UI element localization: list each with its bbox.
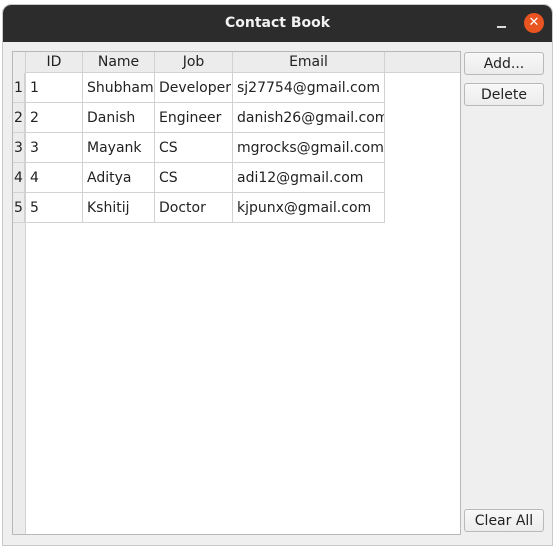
contact-book-window: Contact Book ✕ ID Name Job Email 1 1 Shu…	[3, 5, 552, 545]
row-header[interactable]: 1	[13, 73, 25, 103]
table-cell-job[interactable]: CS	[155, 163, 233, 193]
table-cell-job[interactable]: Engineer	[155, 103, 233, 133]
column-header-job[interactable]: Job	[155, 52, 233, 73]
add-button[interactable]: Add...	[464, 52, 544, 75]
column-header-email[interactable]: Email	[233, 52, 385, 73]
delete-button[interactable]: Delete	[464, 83, 544, 106]
table-cell-name[interactable]: Mayank	[83, 133, 155, 163]
row-header[interactable]: 4	[13, 163, 25, 193]
table-cell-id[interactable]: 4	[26, 163, 83, 193]
minimize-button[interactable]	[492, 14, 512, 34]
table-cell-id[interactable]: 2	[26, 103, 83, 133]
table-cell-id[interactable]: 5	[26, 193, 83, 223]
contacts-table[interactable]: ID Name Job Email 1 1 Shubham Developer …	[12, 51, 461, 535]
table-cell-name[interactable]: Kshitij	[83, 193, 155, 223]
row-header[interactable]: 3	[13, 133, 25, 163]
table-cell-email[interactable]: sj27754@gmail.com	[233, 73, 385, 103]
close-button[interactable]: ✕	[524, 13, 544, 33]
column-header-id[interactable]: ID	[26, 52, 83, 73]
table-corner-button[interactable]	[13, 52, 26, 74]
table-cell-name[interactable]: Shubham	[83, 73, 155, 103]
table-cell-email[interactable]: danish26@gmail.com	[233, 103, 385, 133]
row-header[interactable]: 5	[13, 193, 25, 223]
window-title: Contact Book	[224, 15, 331, 31]
title-bar[interactable]: Contact Book ✕	[3, 5, 552, 42]
table-cell-email[interactable]: adi12@gmail.com	[233, 163, 385, 193]
clear-all-button[interactable]: Clear All	[464, 509, 544, 532]
table-cell-job[interactable]: Doctor	[155, 193, 233, 223]
table-cell-id[interactable]: 1	[26, 73, 83, 103]
table-cell-name[interactable]: Danish	[83, 103, 155, 133]
header-filler	[385, 52, 460, 73]
close-icon: ✕	[528, 15, 540, 30]
table-cell-job[interactable]: Developer	[155, 73, 233, 103]
table-cell-email[interactable]: kjpunx@gmail.com	[233, 193, 385, 223]
column-header-name[interactable]: Name	[83, 52, 155, 73]
table-cell-name[interactable]: Aditya	[83, 163, 155, 193]
minimize-icon	[497, 26, 506, 28]
row-header[interactable]: 2	[13, 103, 25, 133]
table-cell-job[interactable]: CS	[155, 133, 233, 163]
table-cell-id[interactable]: 3	[26, 133, 83, 163]
table-cell-email[interactable]: mgrocks@gmail.com	[233, 133, 385, 163]
